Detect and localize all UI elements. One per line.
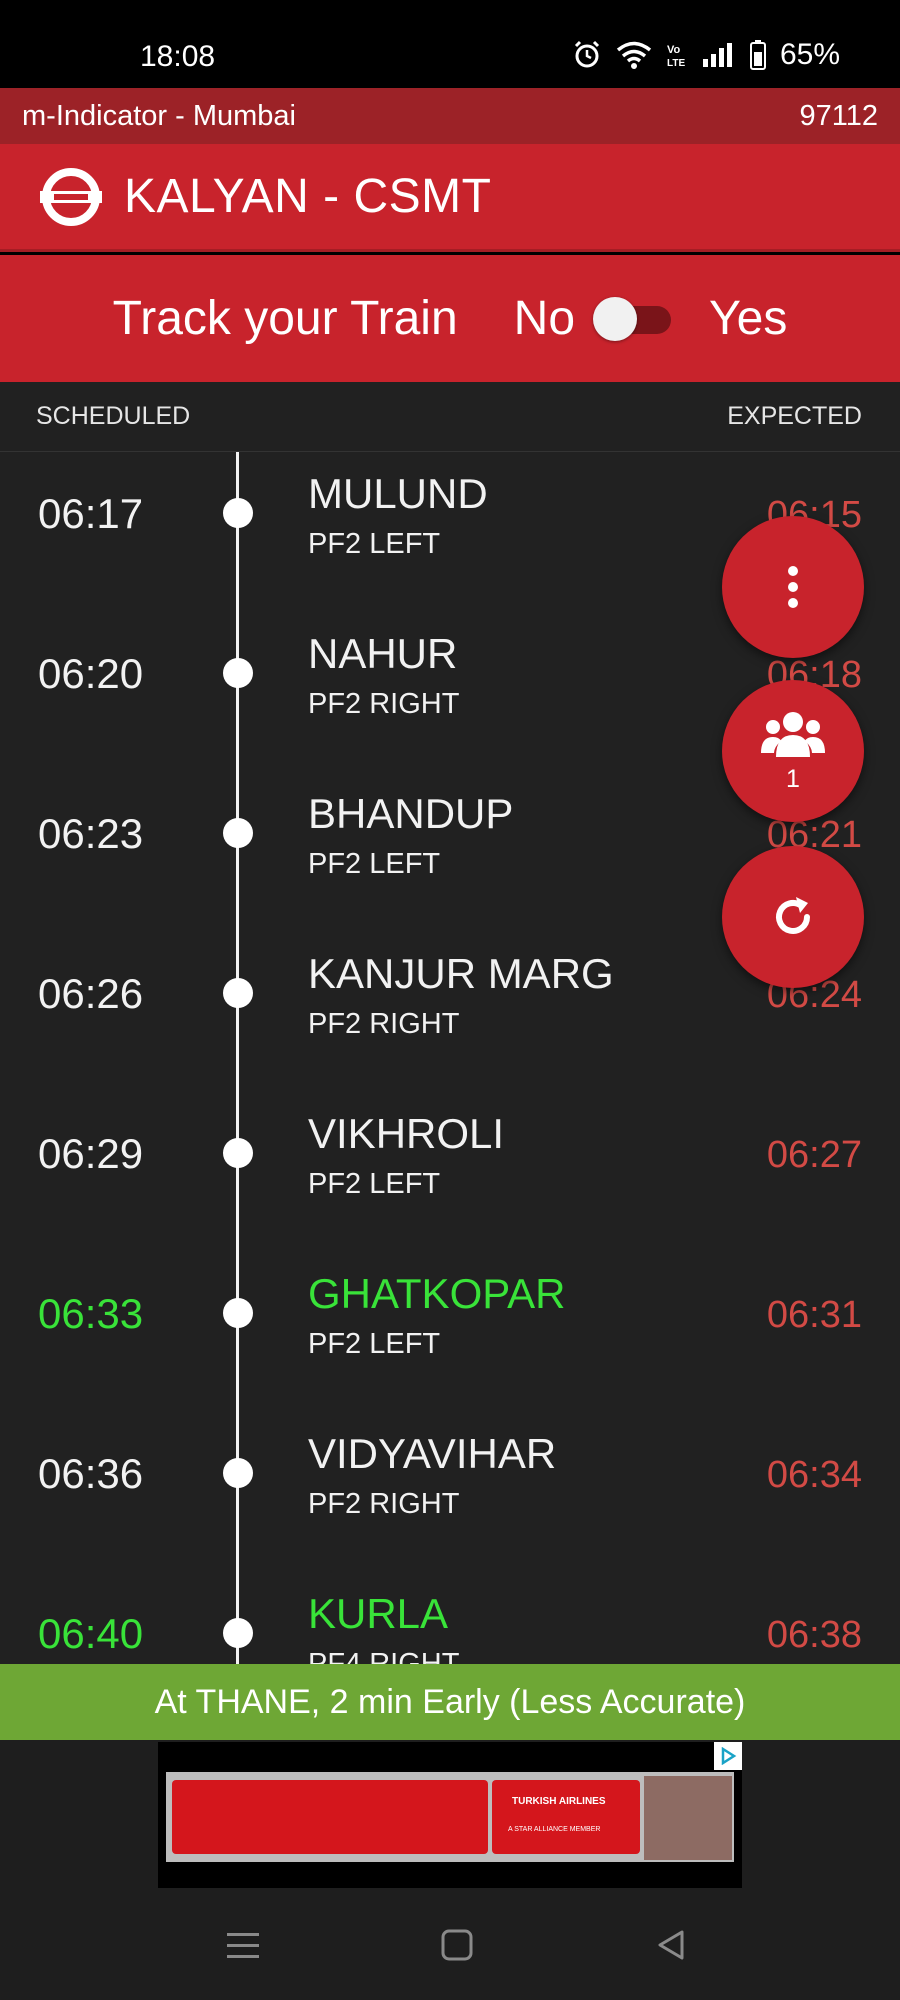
platform-info: PF2 RIGHT bbox=[308, 1488, 460, 1520]
scheduled-time: 06:36 bbox=[38, 1450, 144, 1497]
scheduled-time: 06:23 bbox=[38, 810, 144, 857]
train-status-banner: At THANE, 2 min Early (Less Accurate) bbox=[0, 1664, 900, 1740]
timeline-dot bbox=[223, 498, 253, 528]
refresh-button[interactable] bbox=[722, 846, 864, 988]
station-name: VIDYAVIHAR bbox=[308, 1430, 557, 1477]
ad-banner[interactable]: TURKISH AIRLINES A STAR ALLIANCE MEMBER bbox=[158, 1742, 742, 1888]
station-row[interactable]: 06:40 KURLA PF4 RIGHT 06:38 bbox=[0, 1572, 900, 1664]
platform-info: PF2 LEFT bbox=[308, 1168, 441, 1200]
group-count: 1 bbox=[786, 764, 800, 793]
expected-time: 06:31 bbox=[766, 1294, 862, 1336]
home-icon[interactable] bbox=[432, 1920, 482, 1970]
ad-tagline: A STAR ALLIANCE MEMBER bbox=[508, 1826, 601, 1833]
station-name: MULUND bbox=[308, 470, 488, 517]
route-title: KALYAN - CSMT bbox=[124, 170, 492, 223]
timeline-dot bbox=[223, 1298, 253, 1328]
train-status-text: At THANE, 2 min Early (Less Accurate) bbox=[154, 1682, 746, 1721]
scheduled-time: 06:26 bbox=[38, 970, 144, 1017]
platform-info: PF2 LEFT bbox=[308, 1328, 441, 1360]
status-bar: 18:08 Vo LTE 65% bbox=[0, 0, 900, 88]
scheduled-time: 06:20 bbox=[38, 650, 144, 697]
group-icon bbox=[761, 711, 825, 757]
platform-info: PF2 LEFT bbox=[308, 528, 441, 560]
track-train-toggle[interactable] bbox=[593, 296, 673, 341]
timeline-dot bbox=[223, 658, 253, 688]
ad-brand: TURKISH AIRLINES bbox=[512, 1796, 606, 1807]
app-code: 97112 bbox=[799, 99, 879, 132]
alarm-icon bbox=[572, 40, 602, 70]
app-strip: m-Indicator - Mumbai 97112 bbox=[0, 88, 900, 144]
track-train-label: Track your Train bbox=[112, 292, 458, 345]
group-button[interactable]: 1 bbox=[722, 680, 864, 822]
station-name: BHANDUP bbox=[308, 790, 514, 837]
station-name: VIKHROLI bbox=[308, 1110, 505, 1157]
ad-ticket-stub: TURKISH AIRLINES A STAR ALLIANCE MEMBER bbox=[492, 1780, 640, 1854]
ad-choices-icon[interactable] bbox=[714, 1742, 742, 1770]
back-icon[interactable] bbox=[647, 1920, 697, 1970]
timeline-dot bbox=[223, 1618, 253, 1648]
ad-ticket-graphic bbox=[172, 1780, 488, 1854]
battery-icon bbox=[749, 40, 766, 70]
scheduled-header: SCHEDULED bbox=[36, 402, 191, 430]
timeline-dot bbox=[223, 978, 253, 1008]
route-header: KALYAN - CSMT bbox=[0, 144, 900, 252]
svg-text:Vo: Vo bbox=[667, 44, 681, 56]
station-name: KURLA bbox=[308, 1590, 449, 1637]
app-name: m-Indicator - Mumbai bbox=[22, 99, 296, 132]
station-name: KANJUR MARG bbox=[308, 950, 614, 997]
scheduled-time: 06:17 bbox=[38, 490, 144, 537]
more-vertical-icon bbox=[788, 566, 798, 608]
platform-info: PF2 LEFT bbox=[308, 848, 441, 880]
scheduled-time: 06:29 bbox=[38, 1130, 144, 1177]
expected-time: 06:38 bbox=[766, 1614, 862, 1656]
platform-info: PF4 RIGHT bbox=[308, 1648, 460, 1664]
status-time: 18:08 bbox=[140, 40, 216, 73]
track-yes-label: Yes bbox=[709, 292, 788, 345]
timeline-dot bbox=[223, 818, 253, 848]
wifi-icon bbox=[616, 41, 652, 69]
expected-time: 06:34 bbox=[766, 1454, 862, 1496]
track-train-bar: Track your Train No Yes bbox=[0, 255, 900, 382]
station-name: NAHUR bbox=[308, 630, 458, 677]
ad-building-graphic bbox=[644, 1776, 732, 1860]
timeline-dot bbox=[223, 1458, 253, 1488]
more-options-button[interactable] bbox=[722, 516, 864, 658]
platform-info: PF2 RIGHT bbox=[308, 1008, 460, 1040]
signal-icon bbox=[702, 42, 736, 68]
column-headers: SCHEDULED EXPECTED bbox=[0, 382, 900, 452]
scheduled-time: 06:33 bbox=[38, 1290, 144, 1337]
platform-info: PF2 RIGHT bbox=[308, 688, 460, 720]
status-icons: Vo LTE 65% bbox=[572, 38, 840, 72]
ad-area: TURKISH AIRLINES A STAR ALLIANCE MEMBER bbox=[0, 1740, 900, 1890]
station-row[interactable]: 06:36 VIDYAVIHAR PF2 RIGHT 06:34 bbox=[0, 1412, 900, 1572]
rail-logo-icon bbox=[40, 167, 102, 226]
track-no-label: No bbox=[513, 292, 576, 345]
ad-image: TURKISH AIRLINES A STAR ALLIANCE MEMBER bbox=[166, 1772, 734, 1862]
volte-icon: Vo LTE bbox=[666, 41, 688, 69]
svg-text:LTE: LTE bbox=[667, 58, 685, 69]
expected-time: 06:27 bbox=[766, 1134, 862, 1176]
timeline-dot bbox=[223, 1138, 253, 1168]
station-name: GHATKOPAR bbox=[308, 1270, 566, 1317]
station-row[interactable]: 06:33 GHATKOPAR PF2 LEFT 06:31 bbox=[0, 1252, 900, 1412]
station-row[interactable]: 06:29 VIKHROLI PF2 LEFT 06:27 bbox=[0, 1092, 900, 1252]
battery-percent: 65% bbox=[779, 38, 840, 71]
system-nav-bar bbox=[0, 1890, 900, 2000]
scheduled-time: 06:40 bbox=[38, 1610, 144, 1657]
expected-header: EXPECTED bbox=[727, 402, 862, 430]
menu-icon[interactable] bbox=[218, 1920, 268, 1970]
toggle-thumb bbox=[593, 296, 638, 341]
refresh-icon bbox=[776, 897, 810, 934]
